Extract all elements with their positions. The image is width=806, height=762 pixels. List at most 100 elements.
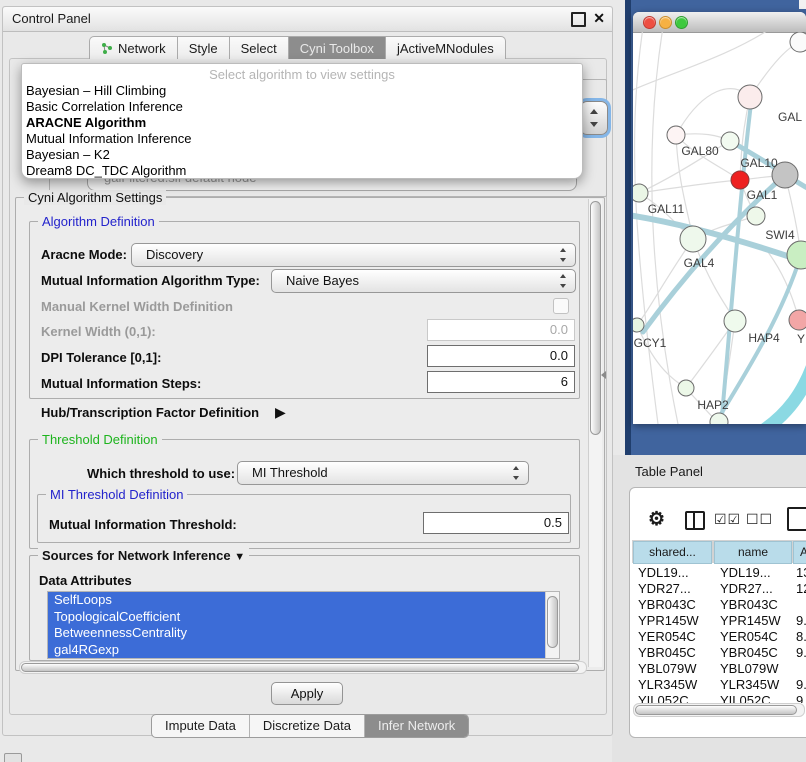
dropdown-item-selected[interactable]: ARACNE Algorithm (26, 115, 578, 131)
node-bottom-partial[interactable] (710, 413, 728, 424)
attributes-vertical-scrollbar[interactable] (545, 592, 559, 658)
mi-type-value: Naive Bayes (286, 273, 359, 288)
data-attributes-list[interactable]: SelfLoops TopologicalCoefficient Between… (47, 591, 560, 659)
gear-icon[interactable]: ⚙ (648, 508, 665, 531)
node-hap4[interactable] (724, 310, 746, 332)
table-cell[interactable]: YBL079W (638, 661, 710, 677)
network-graph[interactable]: GAL GAL80 GAL10 GAL1 GAL11 SWI4 GAL4 GCY… (633, 32, 806, 424)
attribute-item[interactable]: gal4RGexp (48, 642, 545, 659)
mi-threshold-field[interactable]: 0.5 (423, 512, 569, 534)
table-cell[interactable]: YBR043C (638, 597, 710, 613)
mi-threshold-label: Mutual Information Threshold: (49, 517, 237, 532)
node-green-right[interactable] (787, 241, 806, 269)
table-cell[interactable]: YDL19... (720, 565, 790, 581)
which-threshold-combobox[interactable]: MI Threshold (237, 461, 529, 485)
table-cell[interactable]: YDR27... (638, 581, 710, 597)
splitter-collapse-icon[interactable] (601, 371, 606, 379)
tab-select[interactable]: Select (229, 36, 288, 59)
unchecked-checkboxes-icon[interactable]: ☐☐ (746, 511, 773, 528)
table-cell[interactable]: YBL079W (720, 661, 790, 677)
dropdown-item[interactable]: Dream8 DC_TDC Algorithm (26, 163, 578, 179)
column-header-shared[interactable]: shared... (633, 541, 712, 564)
settings-vertical-scrollbar[interactable] (588, 199, 602, 667)
split-columns-icon[interactable] (685, 511, 705, 530)
float-window-icon[interactable] (571, 12, 586, 27)
table-cell[interactable]: 8. (796, 629, 806, 645)
sources-collapse-icon[interactable]: ▼ (234, 551, 245, 563)
table-cell[interactable]: YDL19... (638, 565, 710, 581)
table-cell[interactable]: YLR345W (720, 677, 790, 693)
checked-checkboxes-icon[interactable]: ☑☑ (714, 511, 741, 528)
manual-kernel-checkbox[interactable] (553, 298, 569, 314)
node-gal80[interactable] (667, 126, 685, 144)
table-cell[interactable]: YBR045C (638, 645, 710, 661)
node-unlabeled-top[interactable] (790, 32, 806, 52)
table-cell[interactable]: 9. (796, 645, 806, 661)
settings-group-title: Cyni Algorithm Settings (24, 190, 166, 205)
hub-expand-icon[interactable]: ▶ (275, 404, 286, 421)
table-cell[interactable]: YLR345W (638, 677, 710, 693)
table-cell[interactable]: YIL052C (638, 693, 710, 703)
tab-infer-network[interactable]: Infer Network (365, 715, 468, 737)
node-gal4[interactable] (680, 226, 706, 252)
tab-style[interactable]: Style (177, 36, 229, 59)
algorithm-dropdown[interactable]: Select algorithm to view settings Bayesi… (21, 63, 583, 179)
table-horizontal-scrollbar[interactable] (633, 703, 805, 717)
node-gal1[interactable] (731, 171, 749, 189)
minimize-traffic-light[interactable] (659, 16, 672, 29)
table-cell[interactable]: YDR27... (720, 581, 790, 597)
node-gal11[interactable] (633, 184, 648, 202)
close-icon[interactable]: ✕ (593, 10, 605, 27)
kernel-width-field[interactable]: 0.0 (427, 319, 575, 341)
network-window-titlebar[interactable] (633, 12, 806, 33)
node-gcy1[interactable] (633, 318, 644, 332)
table-cell[interactable]: 13 (796, 565, 806, 581)
mi-steps-field[interactable]: 6 (427, 371, 575, 393)
attribute-item[interactable]: SelfLoops (48, 592, 545, 609)
column-header-partial[interactable]: A (793, 541, 806, 564)
dpi-tolerance-field[interactable]: 0.0 (427, 345, 575, 367)
node-gal10[interactable] (721, 132, 739, 150)
table-cell[interactable]: 9 (796, 693, 806, 703)
table-cell[interactable]: YPR145W (720, 613, 790, 629)
dropdown-item[interactable]: Bayesian – K2 (26, 147, 578, 163)
apply-button[interactable]: Apply (271, 682, 343, 705)
zoom-traffic-light[interactable] (675, 16, 688, 29)
table-cell[interactable]: YBR045C (720, 645, 790, 661)
table-cell[interactable]: YER054C (638, 629, 710, 645)
table-cell[interactable]: YBR043C (720, 597, 790, 613)
attribute-item[interactable]: BetweennessCentrality (48, 625, 545, 642)
table-cell[interactable]: YER054C (720, 629, 790, 645)
table-icon[interactable] (787, 507, 806, 531)
table-cell[interactable]: 12 (796, 581, 806, 597)
aracne-mode-value: Discovery (146, 247, 203, 262)
table-cell[interactable]: YIL052C (720, 693, 790, 703)
table-cell[interactable]: YPR145W (638, 613, 710, 629)
attribute-item[interactable]: TopologicalCoefficient (48, 609, 545, 626)
column-header-name[interactable]: name (714, 541, 792, 564)
table-cell[interactable]: 9. (796, 613, 806, 629)
dropdown-item[interactable]: Bayesian – Hill Climbing (26, 83, 578, 99)
node-y[interactable] (789, 310, 806, 330)
settings-horizontal-scrollbar[interactable] (19, 661, 587, 674)
table-cell[interactable]: 9. (796, 677, 806, 693)
dropdown-item[interactable]: Mutual Information Inference (26, 131, 578, 147)
node-swi4[interactable] (747, 207, 765, 225)
network-combo-stepper[interactable] (580, 101, 608, 135)
control-panel-titlebar[interactable]: Control Panel ✕ (3, 7, 612, 32)
tab-discretize-data[interactable]: Discretize Data (250, 715, 365, 737)
bottom-left-partial-button[interactable] (4, 753, 22, 762)
hub-definition-label[interactable]: Hub/Transcription Factor Definition (41, 405, 259, 420)
tab-impute-data[interactable]: Impute Data (152, 715, 250, 737)
dropdown-item[interactable]: Basic Correlation Inference (26, 99, 578, 115)
node-hap2[interactable] (678, 380, 694, 396)
node-gal[interactable] (738, 85, 762, 109)
close-traffic-light[interactable] (643, 16, 656, 29)
tab-jactivemnodules[interactable]: jActiveMNodules (385, 36, 506, 59)
aracne-mode-combobox[interactable]: Discovery (131, 243, 576, 267)
tab-cyni-toolbox[interactable]: Cyni Toolbox (288, 36, 385, 59)
mi-type-combobox[interactable]: Naive Bayes (271, 269, 576, 293)
which-threshold-label: Which threshold to use: (87, 466, 235, 481)
tab-network[interactable]: Network (89, 36, 177, 59)
sources-group-title[interactable]: Sources for Network Inference ▼ (38, 548, 249, 563)
